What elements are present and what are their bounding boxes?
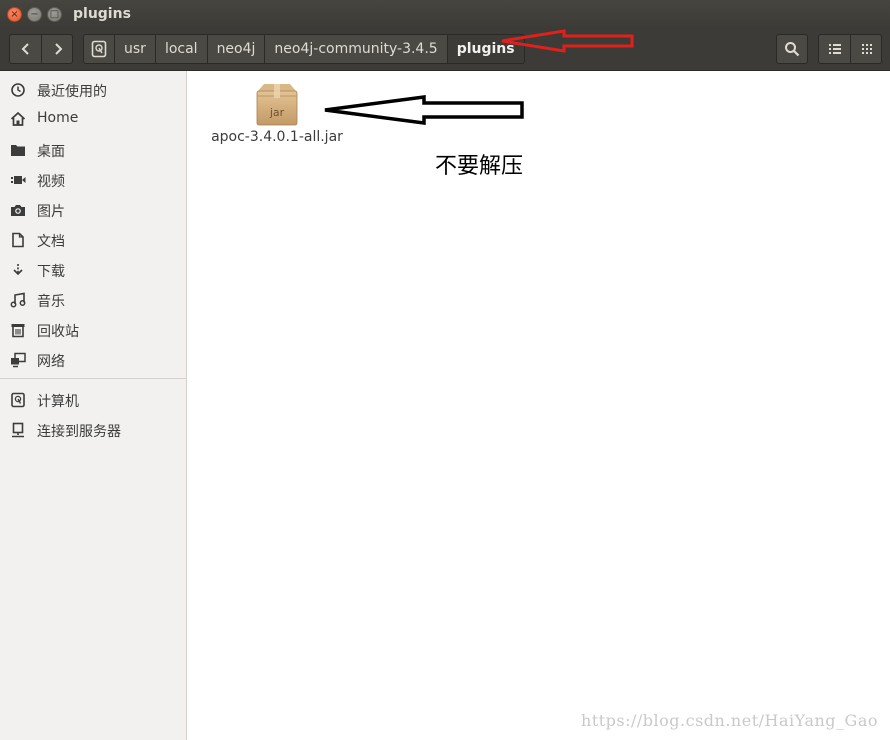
sidebar-item-label: 连接到服务器: [37, 424, 121, 440]
sidebar-item-documents[interactable]: 文档: [0, 226, 186, 254]
jar-package-icon: jar: [256, 84, 298, 126]
computer-icon: [11, 392, 25, 408]
document-icon: [12, 232, 24, 248]
file-manager-window: × − □ plugins usr local neo4j neo4j-comm…: [0, 0, 890, 740]
sidebar-item-label: 计算机: [37, 394, 79, 410]
breadcrumb-local[interactable]: local: [156, 35, 208, 63]
sidebar-item-home[interactable]: Home: [0, 105, 186, 133]
sidebar-item-label: 网络: [37, 354, 65, 370]
sidebar-item-label: 音乐: [37, 294, 65, 310]
breadcrumb-root[interactable]: [84, 35, 115, 63]
sidebar-item-label: 视频: [37, 174, 65, 190]
sidebar-item-connect-server[interactable]: 连接到服务器: [0, 416, 186, 444]
sidebar-item-label: 下载: [37, 264, 65, 280]
file-item[interactable]: jar apoc-3.4.0.1-all.jar: [207, 81, 347, 153]
sidebar-divider: [0, 378, 186, 379]
sidebar-item-recent[interactable]: 最近使用的: [0, 76, 186, 104]
sidebar-item-label: 回收站: [37, 324, 79, 340]
list-view-button[interactable]: [819, 35, 851, 63]
sidebar-item-label: 图片: [37, 204, 65, 220]
camera-icon: [11, 205, 25, 216]
file-view: jar apoc-3.4.0.1-all.jar 不要解压 https://bl…: [193, 71, 890, 740]
video-icon: [11, 176, 26, 184]
sidebar-item-videos[interactable]: 视频: [0, 166, 186, 194]
server-icon: [12, 422, 24, 438]
forward-button[interactable]: [42, 35, 72, 63]
breadcrumb-neo4j-community[interactable]: neo4j-community-3.4.5: [265, 35, 448, 63]
search-icon: [785, 42, 800, 57]
grid-view-icon: [861, 44, 872, 54]
search-button[interactable]: [776, 34, 808, 64]
grid-view-button[interactable]: [851, 35, 881, 63]
window-title: plugins: [73, 6, 131, 22]
breadcrumb-neo4j[interactable]: neo4j: [208, 35, 266, 63]
chevron-left-icon: [21, 43, 29, 55]
jar-icon-label: jar: [269, 106, 285, 119]
clock-icon: [11, 83, 25, 97]
sidebar-item-downloads[interactable]: 下载: [0, 256, 186, 284]
maximize-window-button[interactable]: □: [47, 7, 62, 22]
toolbar: usr local neo4j neo4j-community-3.4.5 pl…: [0, 30, 890, 71]
sidebar-item-desktop[interactable]: 桌面: [0, 136, 186, 164]
annotation-text: 不要解压: [435, 154, 524, 179]
view-mode-buttons: [818, 34, 882, 64]
trash-icon: [11, 324, 25, 338]
breadcrumb-usr[interactable]: usr: [115, 35, 156, 63]
chevron-right-icon: [54, 43, 62, 55]
back-button[interactable]: [10, 35, 42, 63]
navigation-buttons: [9, 34, 73, 64]
minimize-window-button[interactable]: −: [27, 7, 42, 22]
network-icon: [11, 352, 26, 368]
sidebar-item-music[interactable]: 音乐: [0, 286, 186, 314]
sidebar-item-computer[interactable]: 计算机: [0, 386, 186, 414]
sidebar-item-label: 最近使用的: [37, 84, 107, 100]
sidebar-item-label: 文档: [37, 234, 65, 250]
list-view-icon: [828, 44, 841, 54]
home-icon: [10, 111, 26, 126]
sidebar: 最近使用的 Home 桌面 视频 图片 文档 下载 音乐 回收站 网络 计算机 …: [0, 71, 187, 740]
path-bar: usr local neo4j neo4j-community-3.4.5 pl…: [83, 34, 525, 64]
download-icon: [13, 264, 23, 276]
music-icon: [10, 292, 26, 308]
sidebar-item-label: Home: [37, 110, 79, 126]
drive-icon: [91, 40, 107, 58]
sidebar-item-pictures[interactable]: 图片: [0, 196, 186, 224]
sidebar-item-label: 桌面: [37, 144, 65, 160]
title-bar[interactable]: × − □ plugins: [0, 0, 890, 30]
breadcrumb-plugins[interactable]: plugins: [447, 35, 524, 63]
watermark: https://blog.csdn.net/HaiYang_Gao: [581, 711, 878, 730]
sidebar-item-trash[interactable]: 回收站: [0, 316, 186, 344]
sidebar-item-network[interactable]: 网络: [0, 346, 186, 374]
folder-icon: [11, 145, 25, 156]
file-name: apoc-3.4.0.1-all.jar: [211, 129, 343, 145]
close-window-button[interactable]: ×: [7, 7, 22, 22]
